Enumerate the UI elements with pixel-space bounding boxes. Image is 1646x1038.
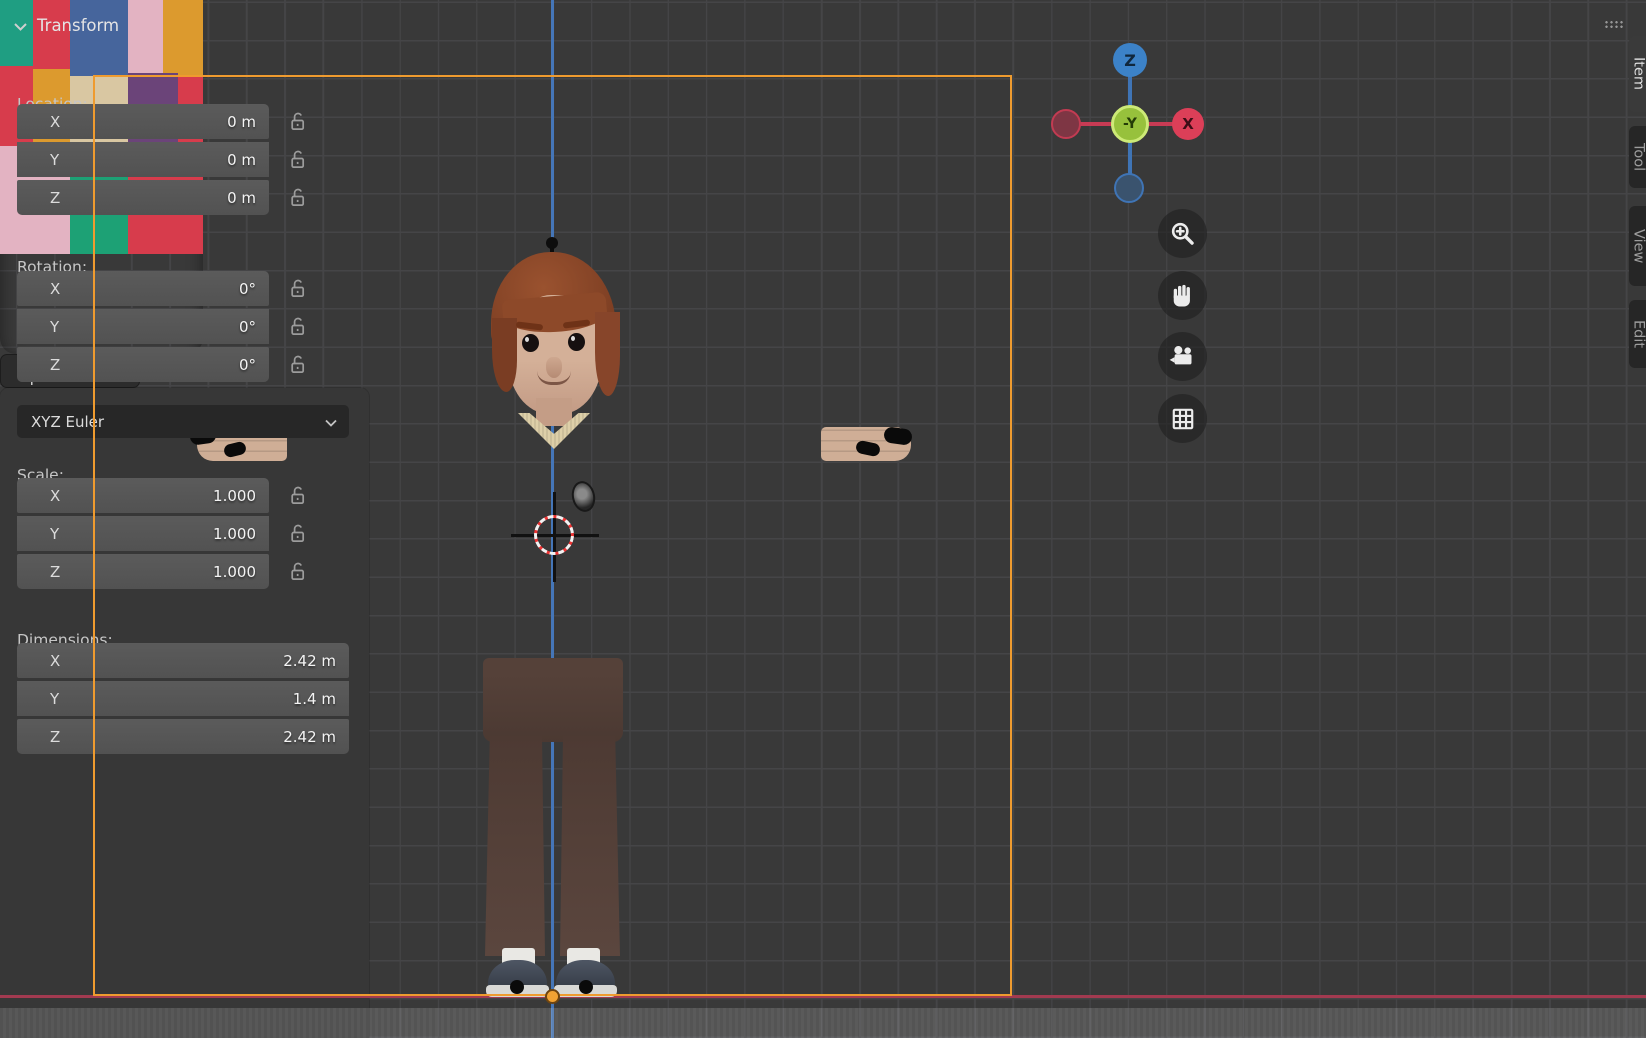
gizmo-x-handle[interactable]: X (1172, 108, 1204, 140)
toggle-projection-button[interactable] (1158, 394, 1207, 443)
transform-panel-header[interactable]: Transform (14, 12, 1632, 38)
sidebar-tab-item[interactable]: Item (1629, 36, 1646, 112)
camera-view-button[interactable] (1158, 332, 1207, 381)
pan-button[interactable] (1158, 271, 1207, 320)
panel-title: Transform (37, 16, 119, 35)
sidebar-tab-view[interactable]: View (1629, 206, 1646, 286)
gizmo-z-handle[interactable]: Z (1113, 43, 1147, 77)
grid-icon (1170, 406, 1196, 432)
sidebar-tab-tool[interactable]: Tool (1629, 126, 1646, 188)
sidebar-tab-edit[interactable]: Edit (1629, 300, 1646, 368)
gizmo-neg-y-handle[interactable]: -Y (1111, 105, 1149, 143)
hand-icon (1169, 282, 1196, 309)
magnifier-plus-icon (1169, 220, 1196, 247)
movie-camera-icon (1169, 343, 1196, 370)
object-origin-dot (545, 989, 560, 1004)
selection-bounding-box (93, 75, 1012, 996)
bone-tip-marker (579, 980, 593, 994)
zoom-button[interactable] (1158, 209, 1207, 258)
gizmo-neg-z-handle[interactable] (1114, 173, 1144, 203)
blender-3d-viewport[interactable]: Z X -Y (0, 0, 1646, 1038)
chevron-down-icon (14, 16, 27, 35)
bone-tip-marker (510, 980, 524, 994)
panel-drag-grip-icon[interactable] (1604, 20, 1624, 29)
gizmo-neg-x-handle[interactable] (1051, 109, 1081, 139)
